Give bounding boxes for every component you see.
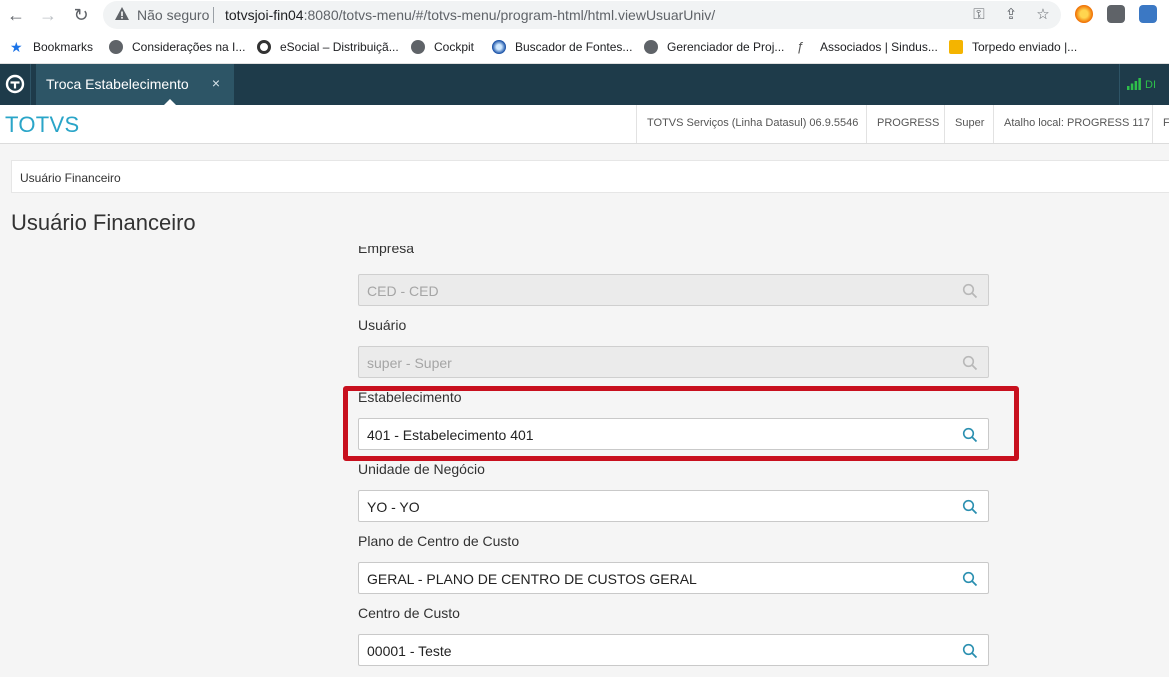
plano-label: Plano de Centro de Custo — [358, 533, 520, 549]
info-bar: TOTVS TOTVS Serviços (Linha Datasul) 06.… — [0, 105, 1169, 144]
current-user: Super — [944, 105, 993, 143]
reload-icon[interactable]: ↻ — [69, 3, 93, 27]
bookmark-label: Torpedo enviado |... — [972, 40, 1078, 54]
search-icon[interactable] — [962, 571, 978, 587]
tab-troca-estabelecimento[interactable]: Troca Estabelecimento × — [36, 64, 234, 105]
bookmark-item[interactable]: Buscador de Fontes... — [492, 38, 632, 56]
search-icon[interactable] — [962, 643, 978, 659]
bookmark-label: eSocial – Distribuiçã... — [280, 40, 399, 54]
empresa-label: Empresa — [358, 246, 415, 256]
url-host: totvsjoi-fin04 — [225, 7, 304, 23]
bookmark-item[interactable]: Gerenciador de Proj... — [644, 38, 784, 56]
url-text[interactable]: totvsjoi-fin04:8080/totvs-menu/#/totvs-m… — [225, 7, 715, 23]
app-header: Troca Estabelecimento × DI — [0, 64, 1169, 105]
unidade-label: Unidade de Negócio — [358, 461, 485, 477]
bookmark-item[interactable]: Torpedo enviado |... — [949, 38, 1077, 56]
bookmark-item[interactable]: Considerações na I... — [109, 38, 245, 56]
centro-label: Centro de Custo — [358, 605, 460, 621]
centro-field[interactable]: 00001 - Teste — [358, 634, 989, 666]
key-icon[interactable]: ⚿ — [969, 5, 989, 25]
bookmark-item[interactable]: ★ Bookmarks — [10, 38, 93, 56]
share-icon[interactable]: ⇪ — [1001, 5, 1021, 25]
totvs-menu-button[interactable] — [0, 64, 31, 105]
back-icon[interactable]: ← — [4, 3, 28, 27]
totvs-icon — [257, 40, 271, 54]
bookmark-item[interactable]: eSocial – Distribuiçã... — [257, 38, 399, 56]
bookmark-star-icon[interactable]: ☆ — [1033, 5, 1053, 25]
plano-field[interactable]: GERAL - PLANO DE CENTRO DE CUSTOS GERAL — [358, 562, 989, 594]
unidade-value: YO - YO — [367, 499, 420, 515]
star-icon: ★ — [10, 39, 23, 55]
extension-blue-icon[interactable] — [1139, 5, 1157, 23]
usuario-field: super - Super — [358, 346, 989, 378]
yellow-doc-icon — [949, 40, 963, 54]
globe-icon — [109, 40, 123, 54]
info-extra: F — [1152, 105, 1169, 143]
connection-status: DI — [1119, 64, 1169, 105]
url-path: :8080/totvs-menu/#/totvs-menu/program-ht… — [303, 7, 716, 23]
search-icon — [962, 355, 978, 371]
product-version: TOTVS Serviços (Linha Datasul) 06.9.5546 — [636, 105, 866, 143]
empresa-field: CED - CED — [358, 274, 989, 306]
highlight-annotation — [343, 386, 1019, 461]
page-title: Usuário Financeiro — [11, 210, 196, 235]
tab-label: Troca Estabelecimento — [46, 76, 189, 92]
warning-icon — [115, 7, 129, 20]
search-icon[interactable] — [962, 499, 978, 515]
usuario-label: Usuário — [358, 317, 407, 333]
bookmark-label: Gerenciador de Proj... — [667, 40, 785, 54]
local-shortcut: Atalho local: PROGRESS 117 — [993, 105, 1152, 143]
database-type: PROGRESS — [866, 105, 944, 143]
bookmark-label: Cockpit — [434, 40, 475, 54]
empresa-value: CED - CED — [367, 283, 439, 299]
plano-value: GERAL - PLANO DE CENTRO DE CUSTOS GERAL — [367, 571, 697, 587]
globe-icon — [411, 40, 425, 54]
breadcrumb: Usuário Financeiro — [11, 160, 1169, 193]
signal-text: DI — [1145, 79, 1156, 91]
globe-icon — [644, 40, 658, 54]
bookmark-item[interactable]: ƒ Associados | Sindus... — [797, 38, 938, 56]
bookmark-label: Buscador de Fontes... — [515, 40, 633, 54]
bookmarks-bar: ★ Bookmarks Considerações na I... eSocial… — [0, 30, 1169, 64]
close-icon[interactable]: × — [208, 75, 224, 91]
bookmark-item[interactable]: Cockpit — [411, 38, 474, 56]
usuario-value: super - Super — [367, 355, 452, 371]
bookmark-label: Considerações na I... — [132, 40, 246, 54]
signal-icon — [1127, 78, 1141, 90]
brand-logo: TOTVS — [5, 112, 80, 137]
unidade-field[interactable]: YO - YO — [358, 490, 989, 522]
centro-value: 00001 - Teste — [367, 643, 452, 659]
breadcrumb-item[interactable]: Usuário Financeiro — [20, 171, 121, 185]
search-icon — [962, 283, 978, 299]
totvs-logo-icon — [5, 74, 25, 94]
extension-icon[interactable] — [1107, 5, 1125, 23]
bookmark-label: Associados | Sindus... — [820, 40, 938, 54]
security-label: Não seguro — [137, 7, 210, 23]
address-bar[interactable]: Não seguro totvsjoi-fin04:8080/totvs-men… — [103, 1, 1061, 29]
browser-toolbar: ← → ↻ Não seguro totvsjoi-fin04:8080/tot… — [0, 0, 1169, 30]
blue-circle-icon — [492, 40, 506, 54]
omnibox-divider — [213, 7, 214, 23]
forward-icon[interactable]: → — [36, 3, 60, 27]
bookmark-label: Bookmarks — [33, 40, 94, 54]
firefox-extension-icon[interactable] — [1075, 5, 1093, 23]
sindus-icon: ƒ — [797, 39, 805, 54]
